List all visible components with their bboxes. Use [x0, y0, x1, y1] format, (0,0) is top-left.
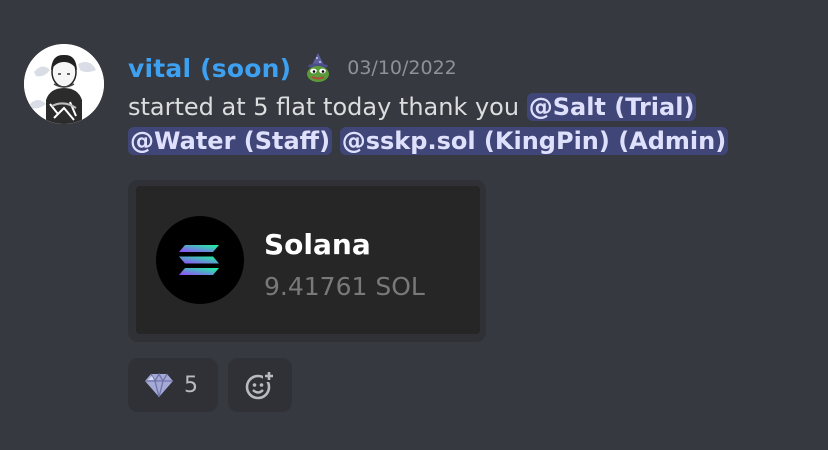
- reaction-gem[interactable]: 5: [128, 358, 218, 412]
- mention-sskp[interactable]: @sskp.sol (KingPin) (Admin): [339, 127, 729, 155]
- add-reaction-icon: [244, 369, 276, 401]
- reaction-count: 5: [184, 372, 198, 398]
- avatar-image: [24, 44, 104, 124]
- chat-message: vital (soon) 03/10/2022 started at 5 fla…: [0, 0, 828, 450]
- author-username[interactable]: vital (soon): [128, 54, 291, 83]
- embed-card: Solana 9.41761 SOL: [136, 186, 480, 334]
- pepe-wizard-icon: [303, 51, 333, 85]
- solana-logo-icon: [156, 216, 244, 304]
- mention-water[interactable]: @Water (Staff): [128, 127, 333, 155]
- token-balance: 9.41761 SOL: [264, 272, 425, 301]
- user-avatar[interactable]: [24, 44, 104, 124]
- gem-icon: [144, 372, 174, 398]
- add-reaction-button[interactable]: [228, 358, 292, 412]
- message-header: vital (soon) 03/10/2022: [128, 48, 457, 88]
- message-text: started at 5 flat today thank you: [128, 93, 520, 121]
- token-name: Solana: [264, 228, 371, 261]
- message-content: started at 5 flat today thank you @Salt …: [128, 90, 808, 158]
- wallet-embed: Solana 9.41761 SOL: [128, 180, 486, 342]
- message-timestamp: 03/10/2022: [347, 57, 457, 79]
- mention-salt[interactable]: @Salt (Trial): [526, 93, 697, 121]
